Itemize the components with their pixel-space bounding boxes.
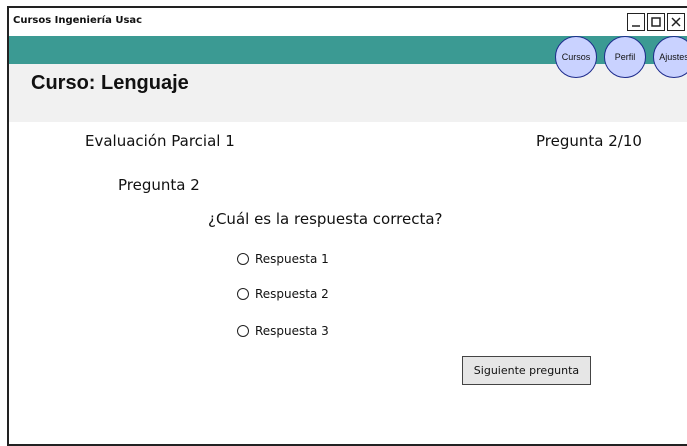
nav-courses-button[interactable]: Cursos <box>555 36 597 78</box>
nav-profile-button[interactable]: Perfil <box>604 36 646 78</box>
page-title: Curso: Lenguaje <box>31 72 189 94</box>
question-heading: Pregunta 2 <box>118 176 200 194</box>
window-title: Cursos Ingeniería Usac <box>13 15 143 26</box>
nav-settings-button[interactable]: Ajustes <box>653 36 687 78</box>
radio-button[interactable] <box>237 253 249 265</box>
minimize-button[interactable] <box>627 13 645 31</box>
minimize-icon <box>632 25 640 27</box>
window-controls <box>627 13 685 31</box>
radio-button[interactable] <box>237 325 249 337</box>
radio-button[interactable] <box>237 288 249 300</box>
answer-option[interactable]: Respuesta 3 <box>237 324 329 338</box>
answer-label: Respuesta 1 <box>255 252 329 266</box>
question-text: ¿Cuál es la respuesta correcta? <box>208 210 443 228</box>
close-icon <box>671 17 681 27</box>
answer-label: Respuesta 2 <box>255 287 329 301</box>
answer-label: Respuesta 3 <box>255 324 329 338</box>
maximize-button[interactable] <box>647 13 665 31</box>
title-bar: Cursos Ingeniería Usac <box>9 8 687 37</box>
close-button[interactable] <box>667 13 685 31</box>
question-counter: Pregunta 2/10 <box>536 132 642 150</box>
exam-title: Evaluación Parcial 1 <box>85 132 235 150</box>
next-question-button[interactable]: Siguiente pregunta <box>462 356 591 385</box>
answer-option[interactable]: Respuesta 1 <box>237 252 329 266</box>
maximize-icon <box>651 17 661 27</box>
answer-option[interactable]: Respuesta 2 <box>237 287 329 301</box>
